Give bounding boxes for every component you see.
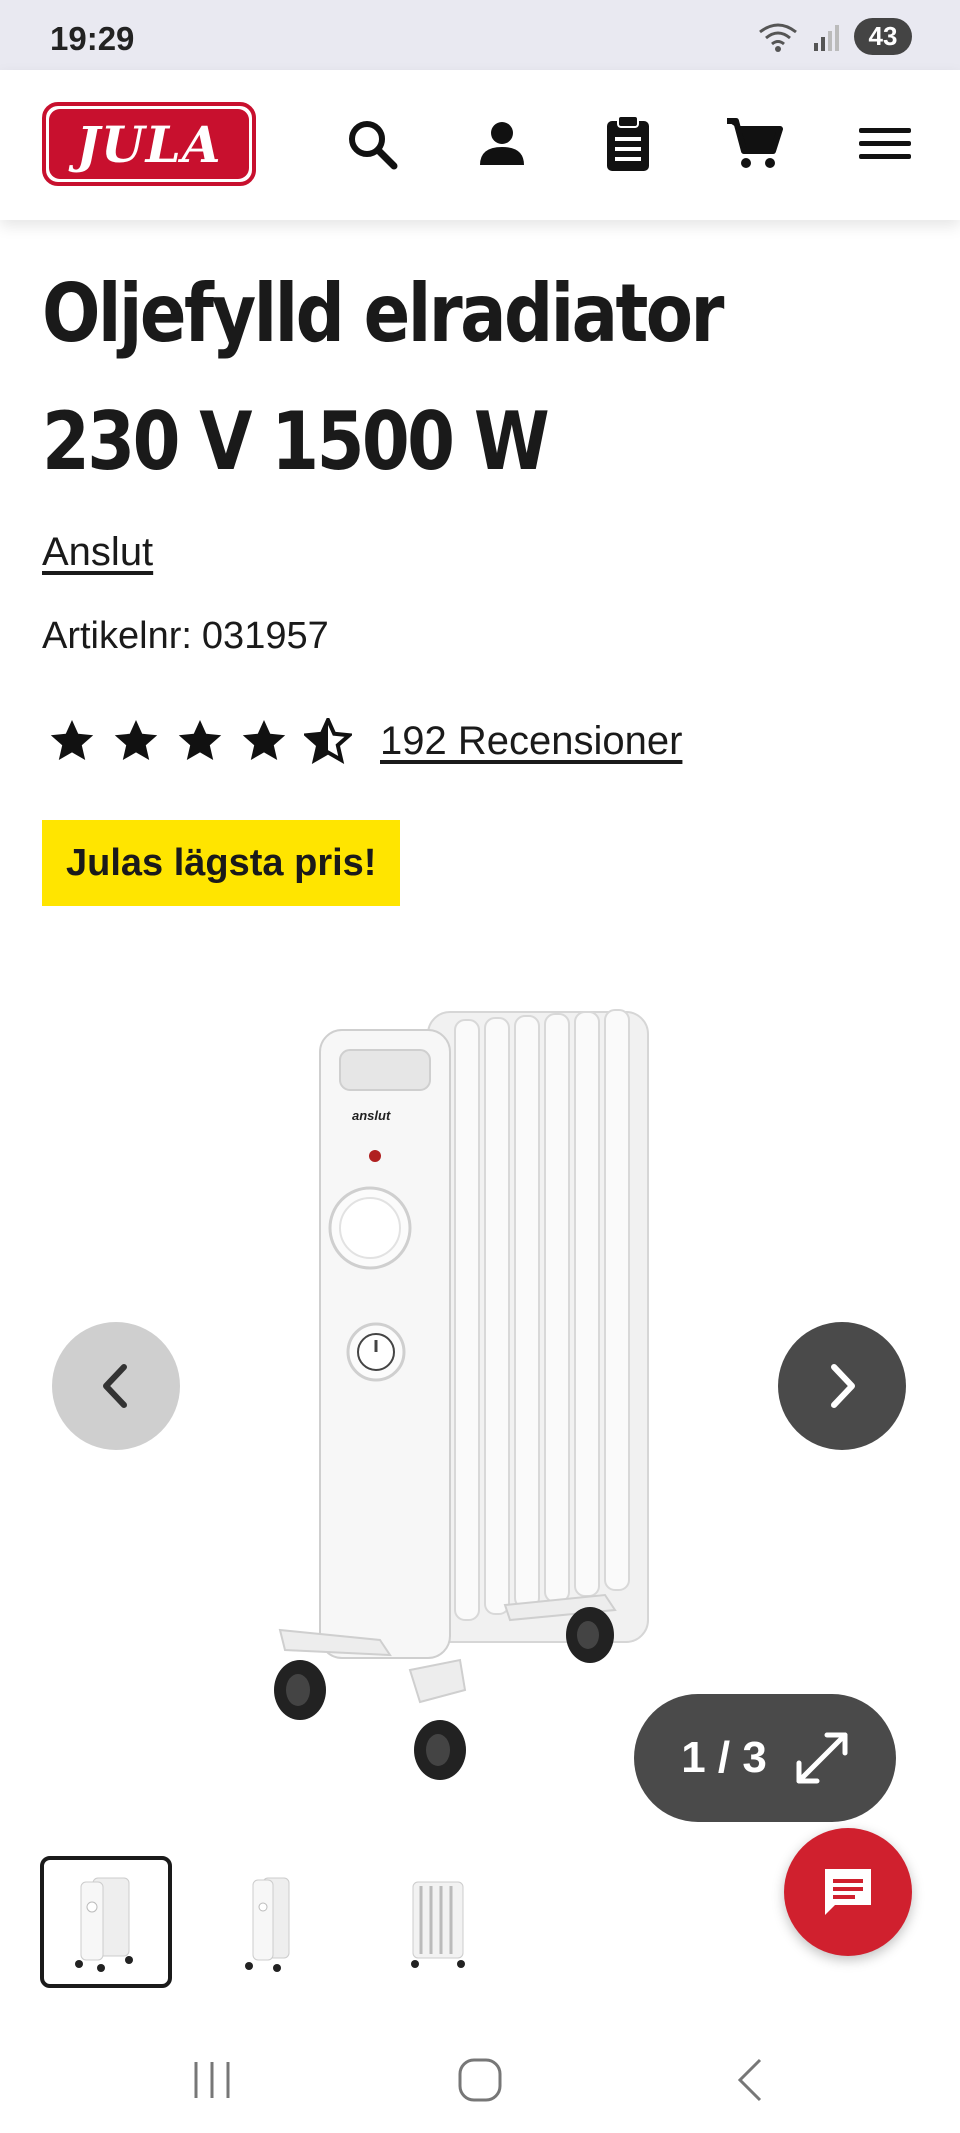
recent-apps-button[interactable] [182, 2050, 242, 2110]
chat-button[interactable] [784, 1828, 912, 1956]
brand-link[interactable]: Anslut [42, 530, 153, 575]
lowest-price-badge: Julas lägsta pris! [42, 820, 401, 906]
back-button[interactable] [720, 2050, 780, 2110]
thumbnail-image [245, 1877, 290, 1972]
product-gallery: anslut 1 / 3 [0, 960, 960, 1822]
menu-icon[interactable] [855, 114, 915, 174]
site-header: JULA [0, 70, 960, 220]
product-title: Oljefylld elradiator 230 V 1500 W [42, 267, 724, 488]
signal-icon [814, 24, 839, 51]
chevron-left-icon [103, 1364, 127, 1408]
thumbnail-strip [40, 1856, 504, 1988]
cart-icon[interactable] [724, 114, 784, 174]
star-full-icon [178, 720, 222, 760]
star-half-icon [304, 718, 352, 764]
thumbnail-image [411, 1881, 465, 1968]
thumbnail-2[interactable] [206, 1856, 338, 1988]
home-icon [458, 2058, 502, 2102]
image-counter-fullscreen-button[interactable]: 1 / 3 [634, 1694, 896, 1822]
star-full-icon [114, 720, 158, 760]
jula-logo[interactable]: JULA [42, 102, 256, 186]
product-rating[interactable]: 192 Recensioner [48, 718, 682, 764]
search-icon[interactable] [342, 114, 402, 174]
status-bar: 19:29 43 [0, 0, 960, 70]
thumbnail-1[interactable] [40, 1856, 172, 1988]
reviews-link[interactable]: 192 Recensioner [380, 719, 682, 764]
wifi-icon [759, 23, 797, 52]
star-full-icon [242, 720, 286, 760]
chat-icon [825, 1869, 871, 1915]
next-image-button[interactable] [778, 1322, 906, 1450]
battery-indicator: 43 [854, 18, 912, 55]
rating-stars [48, 718, 352, 764]
star-full-icon [50, 720, 94, 760]
back-icon [737, 2058, 762, 2102]
home-button[interactable] [450, 2050, 510, 2110]
article-label: Artikelnr: [42, 615, 192, 657]
status-time: 19:29 [50, 20, 135, 57]
thumbnail-3[interactable] [372, 1856, 504, 1988]
expand-icon [796, 1732, 848, 1784]
status-icons: 43 [758, 18, 912, 55]
image-counter: 1 / 3 [681, 1733, 767, 1782]
recent-apps-icon [194, 2062, 230, 2098]
prev-image-button[interactable] [52, 1322, 180, 1450]
product-image[interactable]: anslut [260, 990, 700, 1790]
image-brand-text: anslut [352, 1108, 391, 1123]
logo-text: JULA [49, 109, 249, 179]
article-number: Artikelnr: 031957 [42, 615, 329, 658]
account-icon[interactable] [472, 114, 532, 174]
chevron-right-icon [831, 1364, 855, 1408]
article-value: 031957 [201, 615, 329, 657]
shopping-list-icon[interactable] [598, 114, 658, 174]
system-navigation-bar [0, 2010, 960, 2133]
thumbnail-image [75, 1877, 133, 1972]
